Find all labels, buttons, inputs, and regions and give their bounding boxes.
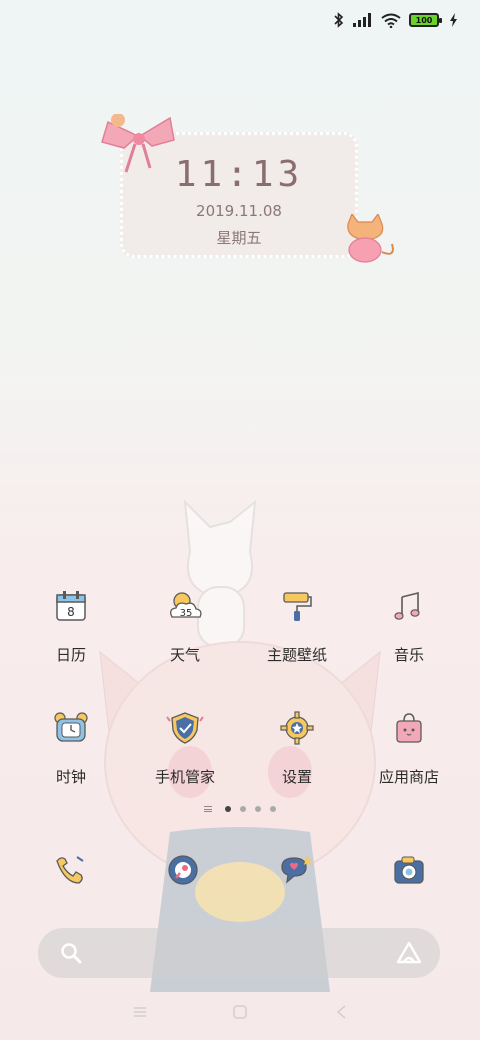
navigation-bar xyxy=(0,1000,480,1040)
dock-camera[interactable] xyxy=(354,850,464,890)
paint-roller-icon xyxy=(283,592,312,621)
app-clock[interactable]: 时钟 xyxy=(16,708,126,787)
app-label: 音乐 xyxy=(393,646,424,664)
gear-icon xyxy=(280,711,314,745)
battery-level: 100 xyxy=(415,15,433,25)
battery-icon: 100 xyxy=(409,13,442,27)
recent-apps-icon[interactable] xyxy=(132,1004,148,1020)
shopping-bag-icon xyxy=(396,713,422,743)
weather-temp: 35 xyxy=(180,608,193,619)
app-phone-manager[interactable]: 手机管家 xyxy=(130,708,240,787)
bluetooth-icon xyxy=(334,12,344,28)
charging-icon xyxy=(450,13,457,27)
app-weather[interactable]: 35 天气 xyxy=(130,586,240,665)
phone-icon xyxy=(56,856,84,884)
app-label: 设置 xyxy=(281,768,312,786)
back-icon[interactable] xyxy=(334,1004,350,1020)
clock-weekday: 星期五 xyxy=(216,229,262,247)
signal-icon xyxy=(353,13,371,27)
search-bar[interactable] xyxy=(38,928,440,978)
app-label: 日历 xyxy=(55,646,86,664)
app-calendar[interactable]: 8 日历 xyxy=(16,586,126,665)
wifi-icon xyxy=(381,13,401,28)
app-music[interactable]: 音乐 xyxy=(354,586,464,665)
app-settings[interactable]: 设置 xyxy=(242,708,352,787)
message-icon xyxy=(281,855,313,884)
status-bar: 100 xyxy=(0,0,480,40)
clock-widget[interactable]: 11:13 2019.11.08 星期五 xyxy=(101,114,394,263)
app-label: 手机管家 xyxy=(154,768,215,786)
clock-date: 2019.11.08 xyxy=(196,202,282,220)
browser-icon xyxy=(168,855,198,885)
app-label: 主题壁纸 xyxy=(266,646,327,664)
music-note-icon xyxy=(394,591,420,620)
app-themes[interactable]: 主题壁纸 xyxy=(242,586,352,665)
search-icon[interactable] xyxy=(60,942,82,964)
weather-icon: 35 xyxy=(170,592,202,619)
page-dot[interactable] xyxy=(240,806,246,812)
ribbon-bow-icon xyxy=(101,114,175,173)
dock-messages[interactable] xyxy=(240,850,350,890)
wallpaper-character xyxy=(99,499,381,992)
page-indicator[interactable] xyxy=(0,806,480,812)
calendar-day: 8 xyxy=(67,605,75,619)
cat-sticker-icon xyxy=(347,214,394,263)
page-dot[interactable] xyxy=(225,806,231,812)
app-store[interactable]: 应用商店 xyxy=(354,708,464,787)
alarm-clock-icon xyxy=(54,712,88,742)
camera-icon xyxy=(394,856,424,884)
app-label: 天气 xyxy=(169,646,200,664)
page-dot[interactable] xyxy=(255,806,261,812)
dock-browser[interactable] xyxy=(128,850,238,890)
app-label: 应用商店 xyxy=(378,768,439,786)
page-dot[interactable] xyxy=(270,806,276,812)
assistant-icon[interactable] xyxy=(396,941,422,965)
menu-lines-icon xyxy=(204,806,212,812)
home-icon[interactable] xyxy=(232,1004,248,1020)
calendar-icon: 8 xyxy=(56,591,86,621)
shield-icon xyxy=(166,712,204,744)
app-label: 时钟 xyxy=(55,768,86,786)
dock-phone[interactable] xyxy=(16,850,126,890)
